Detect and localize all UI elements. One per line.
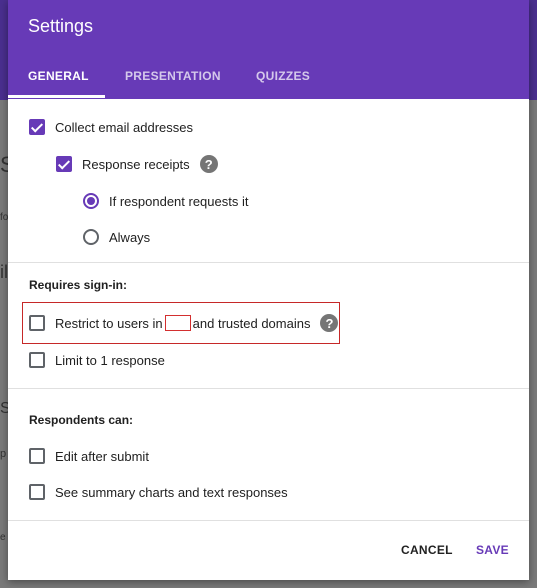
limit-response-checkbox[interactable] [29,352,45,368]
radio-if-requested-label: If respondent requests it [109,193,249,209]
response-receipts-row[interactable]: Response receipts ? [56,153,218,175]
dialog-header: Settings GENERAL PRESENTATION QUIZZES [8,0,529,99]
help-icon[interactable]: ? [199,155,218,173]
background-text-fragment: p [0,448,7,460]
active-tab-indicator [8,95,105,98]
summary-charts-label: See summary charts and text responses [55,484,288,500]
footer-divider [8,520,529,521]
save-button[interactable]: SAVE [476,543,509,557]
requires-signin-heading: Requires sign-in: [29,278,128,292]
background-text-fragment: e [0,532,6,543]
section-divider [8,262,529,263]
restrict-domain-row[interactable]: Restrict to users in and trusted domains… [29,312,339,334]
edit-after-submit-label: Edit after submit [55,448,149,464]
respondents-can-heading: Respondents can: [29,413,134,427]
tab-general[interactable]: GENERAL [28,69,89,83]
limit-response-row[interactable]: Limit to 1 response [29,349,165,371]
edit-after-submit-row[interactable]: Edit after submit [29,445,149,467]
dialog-title: Settings [28,16,94,36]
radio-always-label: Always [109,229,151,245]
receipt-option-row[interactable]: If respondent requests it [83,190,248,212]
receipt-option-row[interactable]: Always [83,226,150,248]
settings-dialog: Settings GENERAL PRESENTATION QUIZZES Co… [8,0,529,580]
collect-email-checkbox[interactable] [29,119,45,135]
cancel-button[interactable]: CANCEL [401,543,453,557]
edit-after-submit-checkbox[interactable] [29,448,45,464]
summary-charts-row[interactable]: See summary charts and text responses [29,481,288,503]
tab-quizzes[interactable]: QUIZZES [256,69,310,83]
redacted-domain-box [164,315,191,331]
response-receipts-label: Response receipts [82,156,190,172]
radio-if-requested[interactable] [83,193,99,209]
restrict-domain-label-prefix: Restrict to users in [55,315,163,331]
help-icon[interactable]: ? [320,314,339,332]
response-receipts-checkbox[interactable] [56,156,72,172]
restrict-domain-checkbox[interactable] [29,315,45,331]
radio-always[interactable] [83,229,99,245]
restrict-domain-label-suffix: and trusted domains [192,315,311,331]
tab-presentation[interactable]: PRESENTATION [125,69,221,83]
collect-email-row[interactable]: Collect email addresses [29,116,193,138]
summary-charts-checkbox[interactable] [29,484,45,500]
limit-response-label: Limit to 1 response [55,352,165,368]
background-text-fragment: il [0,262,8,282]
section-divider [8,388,529,389]
collect-email-label: Collect email addresses [55,119,194,135]
